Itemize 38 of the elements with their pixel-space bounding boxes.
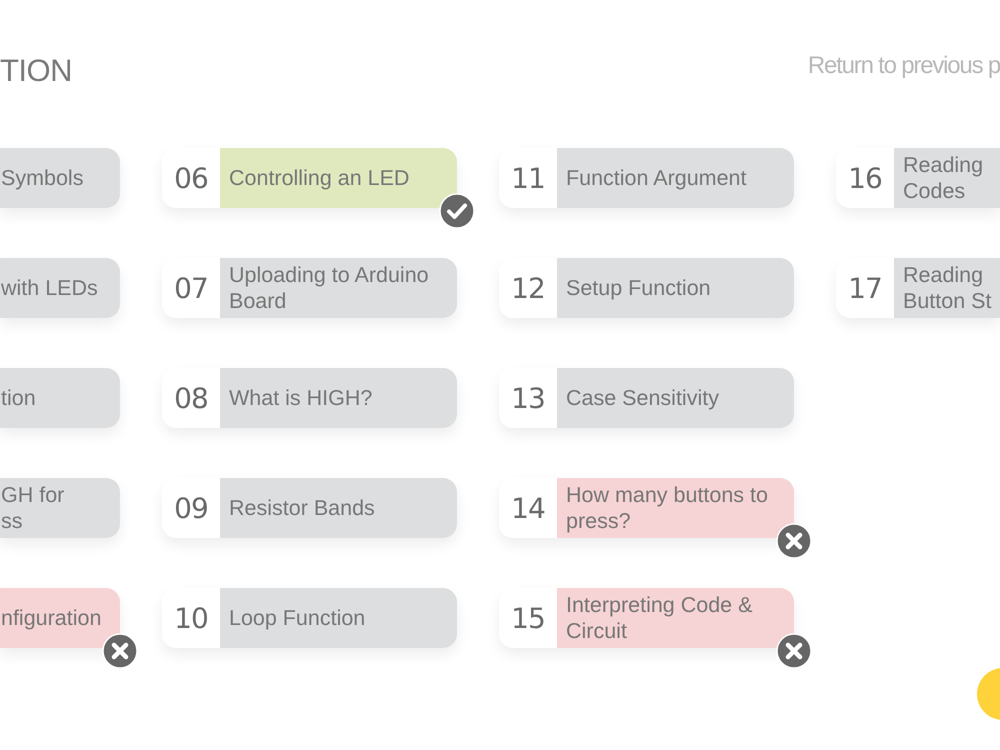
question-number: 10 bbox=[162, 588, 220, 648]
question-number: 07 bbox=[162, 258, 220, 318]
question-title: How many buttons to press? bbox=[557, 478, 794, 538]
question-title: Reading Codes bbox=[894, 148, 1000, 208]
question-card[interactable]: GH for ss bbox=[0, 478, 120, 538]
question-card[interactable]: Symbols bbox=[0, 148, 120, 208]
question-card[interactable]: 10 Loop Function bbox=[162, 588, 457, 648]
question-number: 16 bbox=[836, 148, 894, 208]
question-card[interactable]: 12 Setup Function bbox=[499, 258, 794, 318]
question-number: 08 bbox=[162, 368, 220, 428]
question-card[interactable]: 09 Resistor Bands bbox=[162, 478, 457, 538]
question-number: 06 bbox=[162, 148, 220, 208]
question-title: Controlling an LED bbox=[220, 148, 457, 208]
question-card[interactable]: tion bbox=[0, 368, 120, 428]
question-title: Function Argument bbox=[557, 148, 794, 208]
question-title: Reading Button St bbox=[894, 258, 1000, 318]
question-title: Loop Function bbox=[220, 588, 457, 648]
question-number: 09 bbox=[162, 478, 220, 538]
question-number: 12 bbox=[499, 258, 557, 318]
question-number: 17 bbox=[836, 258, 894, 318]
question-card[interactable]: nfiguration bbox=[0, 588, 120, 648]
question-number: 14 bbox=[499, 478, 557, 538]
floating-action-button[interactable] bbox=[977, 668, 1000, 720]
question-number: 13 bbox=[499, 368, 557, 428]
question-title: Setup Function bbox=[557, 258, 794, 318]
question-card[interactable]: 06 Controlling an LED bbox=[162, 148, 457, 208]
question-card[interactable]: 13 Case Sensitivity bbox=[499, 368, 794, 428]
section-title: TION bbox=[0, 52, 72, 90]
question-card[interactable]: 11 Function Argument bbox=[499, 148, 794, 208]
question-number: 11 bbox=[499, 148, 557, 208]
question-card[interactable]: with LEDs bbox=[0, 258, 120, 318]
question-title: Uploading to Arduino Board bbox=[220, 258, 457, 318]
question-title: Interpreting Code & Circuit bbox=[557, 588, 794, 648]
question-title: Case Sensitivity bbox=[557, 368, 794, 428]
question-title: Resistor Bands bbox=[220, 478, 457, 538]
question-card[interactable]: 08 What is HIGH? bbox=[162, 368, 457, 428]
question-number: 15 bbox=[499, 588, 557, 648]
question-title: What is HIGH? bbox=[220, 368, 457, 428]
